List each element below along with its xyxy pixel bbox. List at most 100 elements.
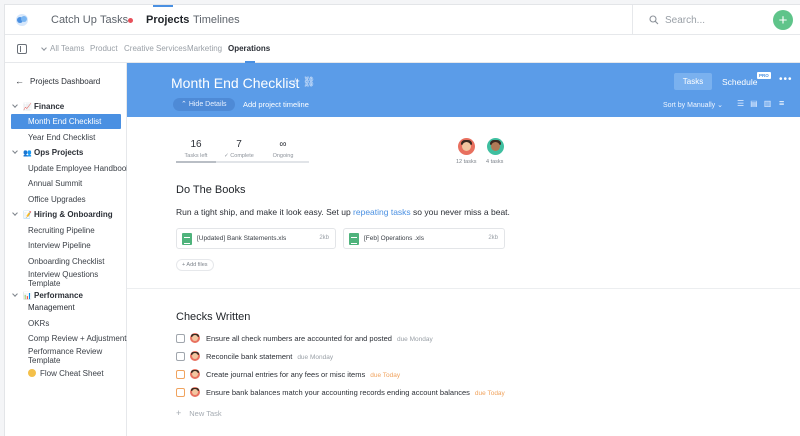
sidebar-toggle-icon[interactable] — [17, 44, 27, 54]
sidebar-item-interview-questions-line2[interactable]: Template — [28, 279, 60, 288]
group-performance-management[interactable]: 📊 Performance — [12, 291, 83, 300]
tab-projects[interactable]: Projects — [146, 14, 189, 26]
chevron-down-icon — [12, 291, 18, 297]
sidebar-item-annual-summit[interactable]: Annual Summit — [28, 179, 82, 188]
sidebar-item-update-employee-handbook[interactable]: Update Employee Handbook — [28, 164, 130, 173]
view-toggles: ☰▤▥ — [737, 99, 777, 108]
tasks-view-button[interactable]: Tasks — [674, 73, 712, 90]
section-title[interactable]: Do The Books — [176, 184, 246, 196]
sort-dropdown[interactable]: Sort by Manually ⌄ — [663, 101, 723, 109]
people-icon: 👥 — [23, 150, 32, 157]
file-attachment[interactable]: [Feb] Operations .xls 2kb — [343, 228, 505, 249]
stat-tasks-left: 16 Tasks left — [173, 139, 219, 159]
stat-label: ✓ Complete — [224, 153, 254, 159]
new-task-button[interactable]: + New Task — [176, 408, 222, 418]
add-timeline-link[interactable]: Add project timeline — [243, 100, 309, 109]
sidebar-item-okrs[interactable]: OKRs — [28, 319, 49, 328]
group-ops-projects[interactable]: 👥 Ops Projects — [12, 148, 83, 157]
task-text[interactable]: Reconcile bank statement due Monday — [206, 352, 333, 361]
hide-details-button[interactable]: ⌃ Hide Details — [173, 98, 235, 111]
more-icon[interactable]: ••• — [779, 74, 793, 85]
group-finance[interactable]: 📈 Finance — [12, 102, 65, 111]
file-name: [Feb] Operations .xls — [364, 235, 424, 242]
team-product[interactable]: Product — [90, 44, 118, 53]
app-logo-icon[interactable] — [15, 13, 29, 27]
smiley-icon — [28, 369, 36, 377]
project-title[interactable]: Month End Checklist — [171, 75, 299, 91]
avatar-face — [192, 353, 198, 359]
add-files-button[interactable]: + Add files — [176, 259, 214, 271]
avatar-face — [491, 142, 500, 151]
task-text[interactable]: Ensure all check numbers are accounted f… — [206, 334, 433, 343]
task-checkbox[interactable] — [176, 334, 185, 343]
stat-number: ∞ — [279, 139, 287, 150]
search-icon — [649, 15, 659, 25]
search-input[interactable] — [665, 12, 765, 28]
back-to-dashboard[interactable]: ← Projects Dashboard — [15, 76, 100, 86]
tab-tasks[interactable]: Tasks — [100, 14, 128, 26]
columns-view-icon[interactable]: ▥ — [764, 99, 778, 108]
task-text[interactable]: Ensure bank balances match your accounti… — [206, 388, 505, 397]
project-header: Month End Checklist ☆ ⛓ ⌃ Hide Details A… — [127, 63, 800, 117]
filter-icon[interactable]: ≡ — [779, 98, 784, 108]
list-view-icon[interactable]: ☰ — [737, 99, 750, 108]
chevron-up-icon: ⌃ — [181, 101, 189, 108]
schedule-view-button[interactable]: Schedule — [722, 77, 757, 87]
task-checkbox[interactable] — [176, 352, 185, 361]
team-operations[interactable]: Operations — [228, 44, 270, 53]
team-marketing[interactable]: Marketing — [187, 44, 222, 53]
sidebar-item-month-end-checklist[interactable]: Month End Checklist — [11, 114, 121, 129]
sidebar-item-interview-pipeline[interactable]: Interview Pipeline — [28, 241, 91, 250]
sidebar-item-performance-review[interactable]: Performance Review — [28, 347, 102, 356]
sidebar-item-office-upgrades[interactable]: Office Upgrades — [28, 195, 86, 204]
repeating-tasks-link[interactable]: repeating tasks — [353, 207, 411, 217]
team-all-teams[interactable]: All Teams — [50, 44, 85, 53]
sidebar-item-comp-review[interactable]: Comp Review + Adjustments — [28, 334, 131, 343]
clipboard-icon: 📝 — [23, 212, 32, 219]
stat-label: Ongoing — [272, 153, 294, 159]
search-box: + — [632, 5, 800, 35]
compact-view-icon[interactable]: ▤ — [750, 99, 764, 108]
due-date: due Today — [370, 372, 401, 379]
star-icon[interactable]: ☆ — [291, 77, 300, 88]
spreadsheet-icon — [349, 233, 359, 245]
task-checkbox[interactable] — [176, 370, 185, 379]
group-hiring-onboarding[interactable]: 📝 Hiring & Onboarding — [12, 210, 113, 219]
avatar[interactable] — [458, 138, 475, 155]
tab-catch-up[interactable]: Catch Up — [51, 14, 97, 26]
spreadsheet-icon — [182, 233, 192, 245]
group-label: Finance — [34, 102, 65, 111]
chevron-down-icon: ⌄ — [717, 102, 723, 109]
section-divider — [127, 288, 800, 289]
task-title: Reconcile bank statement — [206, 352, 293, 361]
plus-icon: + — [176, 408, 182, 418]
team-creative-services[interactable]: Creative Services — [124, 44, 187, 53]
group-label: Hiring & Onboarding — [34, 210, 113, 219]
sidebar-item-flow-cheat-sheet[interactable]: Flow Cheat Sheet — [28, 369, 104, 378]
project-sidebar: ← Projects Dashboard 📈 Finance Month End C… — [5, 63, 131, 436]
tab-timelines[interactable]: Timelines — [193, 14, 240, 26]
section-title[interactable]: Checks Written — [176, 311, 250, 323]
task-checkbox[interactable] — [176, 388, 185, 397]
file-attachment[interactable]: [Updated] Bank Statements.xls 2kb — [176, 228, 336, 249]
avatar[interactable] — [190, 333, 200, 343]
sidebar-item-interview-questions[interactable]: Interview Questions — [28, 270, 98, 279]
avatar[interactable] — [190, 369, 200, 379]
chevron-down-icon — [12, 210, 18, 216]
avatar[interactable] — [190, 351, 200, 361]
avatar-face — [192, 371, 198, 377]
avatar[interactable] — [487, 138, 504, 155]
stat-label: Tasks left — [184, 153, 208, 159]
task-text[interactable]: Create journal entries for any fees or m… — [206, 370, 400, 379]
sidebar-item-recruiting-pipeline[interactable]: Recruiting Pipeline — [28, 226, 95, 235]
add-button[interactable]: + — [773, 10, 793, 30]
sidebar-item-performance-review-line2[interactable]: Template — [28, 356, 60, 365]
sidebar-item-onboarding-checklist[interactable]: Onboarding Checklist — [28, 257, 104, 266]
avatar[interactable] — [190, 387, 200, 397]
chart-icon: 📊 — [23, 293, 32, 300]
sidebar-item-year-end-checklist[interactable]: Year End Checklist — [28, 133, 95, 142]
due-date: due Monday — [297, 354, 334, 361]
stat-ongoing: ∞ Ongoing — [260, 139, 306, 159]
group-label-line2[interactable]: Management — [28, 303, 75, 312]
link-icon[interactable]: ⛓ — [303, 77, 316, 88]
